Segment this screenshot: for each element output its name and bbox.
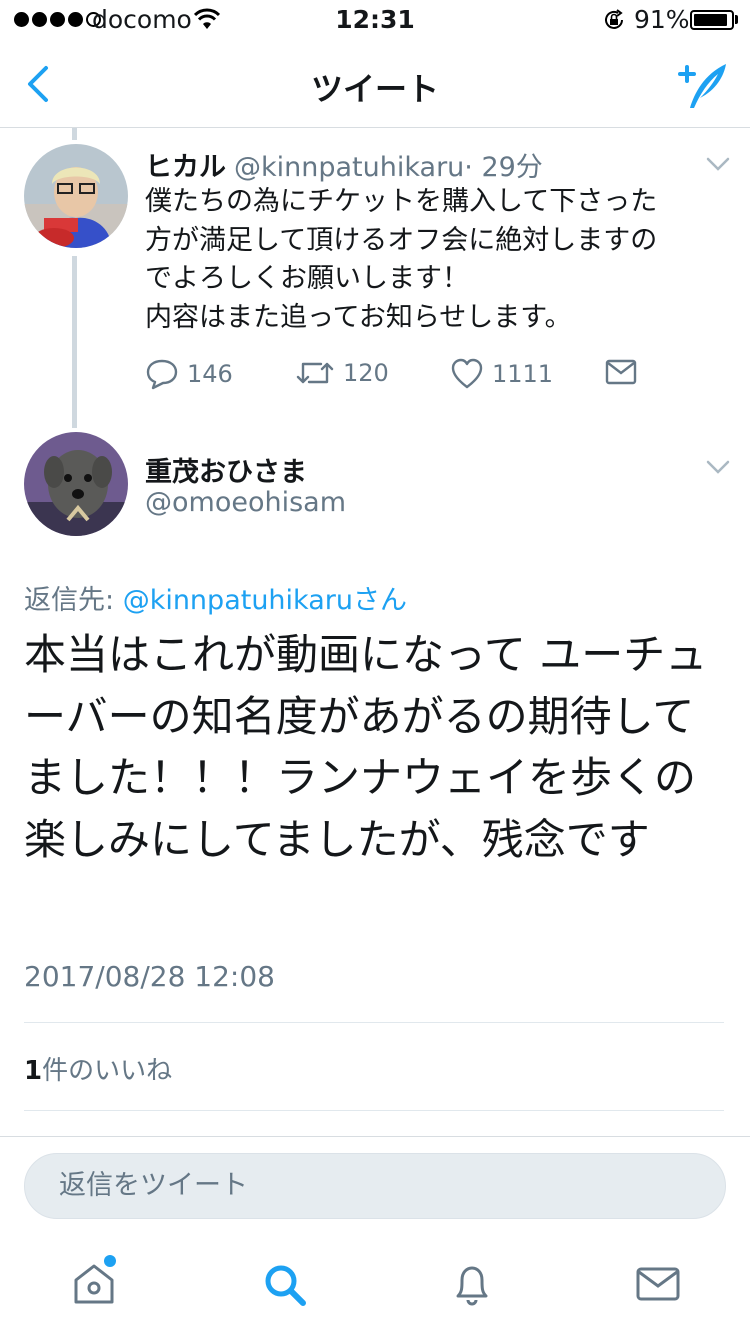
battery-percentage: 91% xyxy=(634,5,690,34)
thread-line xyxy=(72,256,77,428)
retweet-count: 120 xyxy=(343,359,389,387)
page-title: ツイート xyxy=(310,70,439,108)
battery-icon xyxy=(690,10,734,30)
tweet-age: · 29分 xyxy=(464,152,543,183)
author-handle[interactable]: @omoeohisam xyxy=(145,487,346,518)
author-name[interactable]: ヒカル xyxy=(145,152,226,183)
tweet-text: 僕たちの為にチケットを購入して下さった 方が満足して頂けるオフ会に絶対しますの … xyxy=(145,186,658,333)
author-handle[interactable]: @kinnpatuhikaru xyxy=(234,152,464,183)
envelope-icon[interactable] xyxy=(634,1260,682,1308)
compose-tweet-icon[interactable] xyxy=(672,56,732,112)
rotation-lock-icon xyxy=(605,9,623,29)
avatar[interactable] xyxy=(24,144,128,248)
status-bar: docomo 12:31 91% xyxy=(0,0,750,40)
reply-button[interactable]: 146 xyxy=(145,358,233,390)
divider xyxy=(0,1136,750,1137)
navigation-bar: ツイート xyxy=(0,40,750,128)
reply-input[interactable]: 返信をツイート xyxy=(24,1153,726,1219)
bell-icon[interactable] xyxy=(448,1260,496,1308)
reply-to-mention[interactable]: @kinnpatuhikaruさん xyxy=(123,585,407,616)
author-name[interactable]: 重茂おひさま xyxy=(145,450,307,489)
likes-count: 1 xyxy=(24,1056,43,1086)
divider xyxy=(24,1022,724,1023)
reply-icon xyxy=(146,359,178,390)
divider xyxy=(24,1110,724,1111)
reply-to-line: 返信先: @kinnpatuhikaruさん xyxy=(24,578,407,617)
avatar-photo-icon xyxy=(24,432,128,536)
tweet-text: 本当はこれが動画になって ユーチューバーの知名度があがるの期待してました！！！ラ… xyxy=(24,630,708,864)
avatar[interactable] xyxy=(24,432,128,536)
likes-summary[interactable]: 1件のいいね xyxy=(24,1050,172,1087)
avatar-photo-icon xyxy=(24,144,128,248)
envelope-icon xyxy=(605,359,637,385)
like-count: 1111 xyxy=(492,360,554,388)
battery-tip xyxy=(735,15,738,24)
tweet-timestamp: 2017/08/28 12:08 xyxy=(24,960,275,993)
direct-message-button[interactable] xyxy=(605,358,637,386)
search-icon[interactable] xyxy=(260,1260,308,1308)
reply-to-label: 返信先: xyxy=(24,585,123,616)
retweet-button[interactable]: 120 xyxy=(295,358,389,388)
new-content-badge xyxy=(104,1255,116,1267)
reply-count: 146 xyxy=(187,360,233,388)
like-button[interactable]: 1111 xyxy=(450,358,553,390)
heart-icon xyxy=(451,358,483,389)
retweet-icon xyxy=(296,362,334,384)
thread-line xyxy=(72,128,77,140)
tweet-actions: 146 120 1111 xyxy=(145,358,645,392)
chevron-down-icon[interactable] xyxy=(704,154,732,174)
chevron-down-icon[interactable] xyxy=(704,457,732,477)
likes-label: 件のいいね xyxy=(42,1056,173,1086)
home-icon[interactable] xyxy=(70,1260,118,1308)
tweet-header: ヒカル @kinnpatuhikaru· 29分 xyxy=(145,145,543,184)
tab-bar xyxy=(0,1238,750,1334)
